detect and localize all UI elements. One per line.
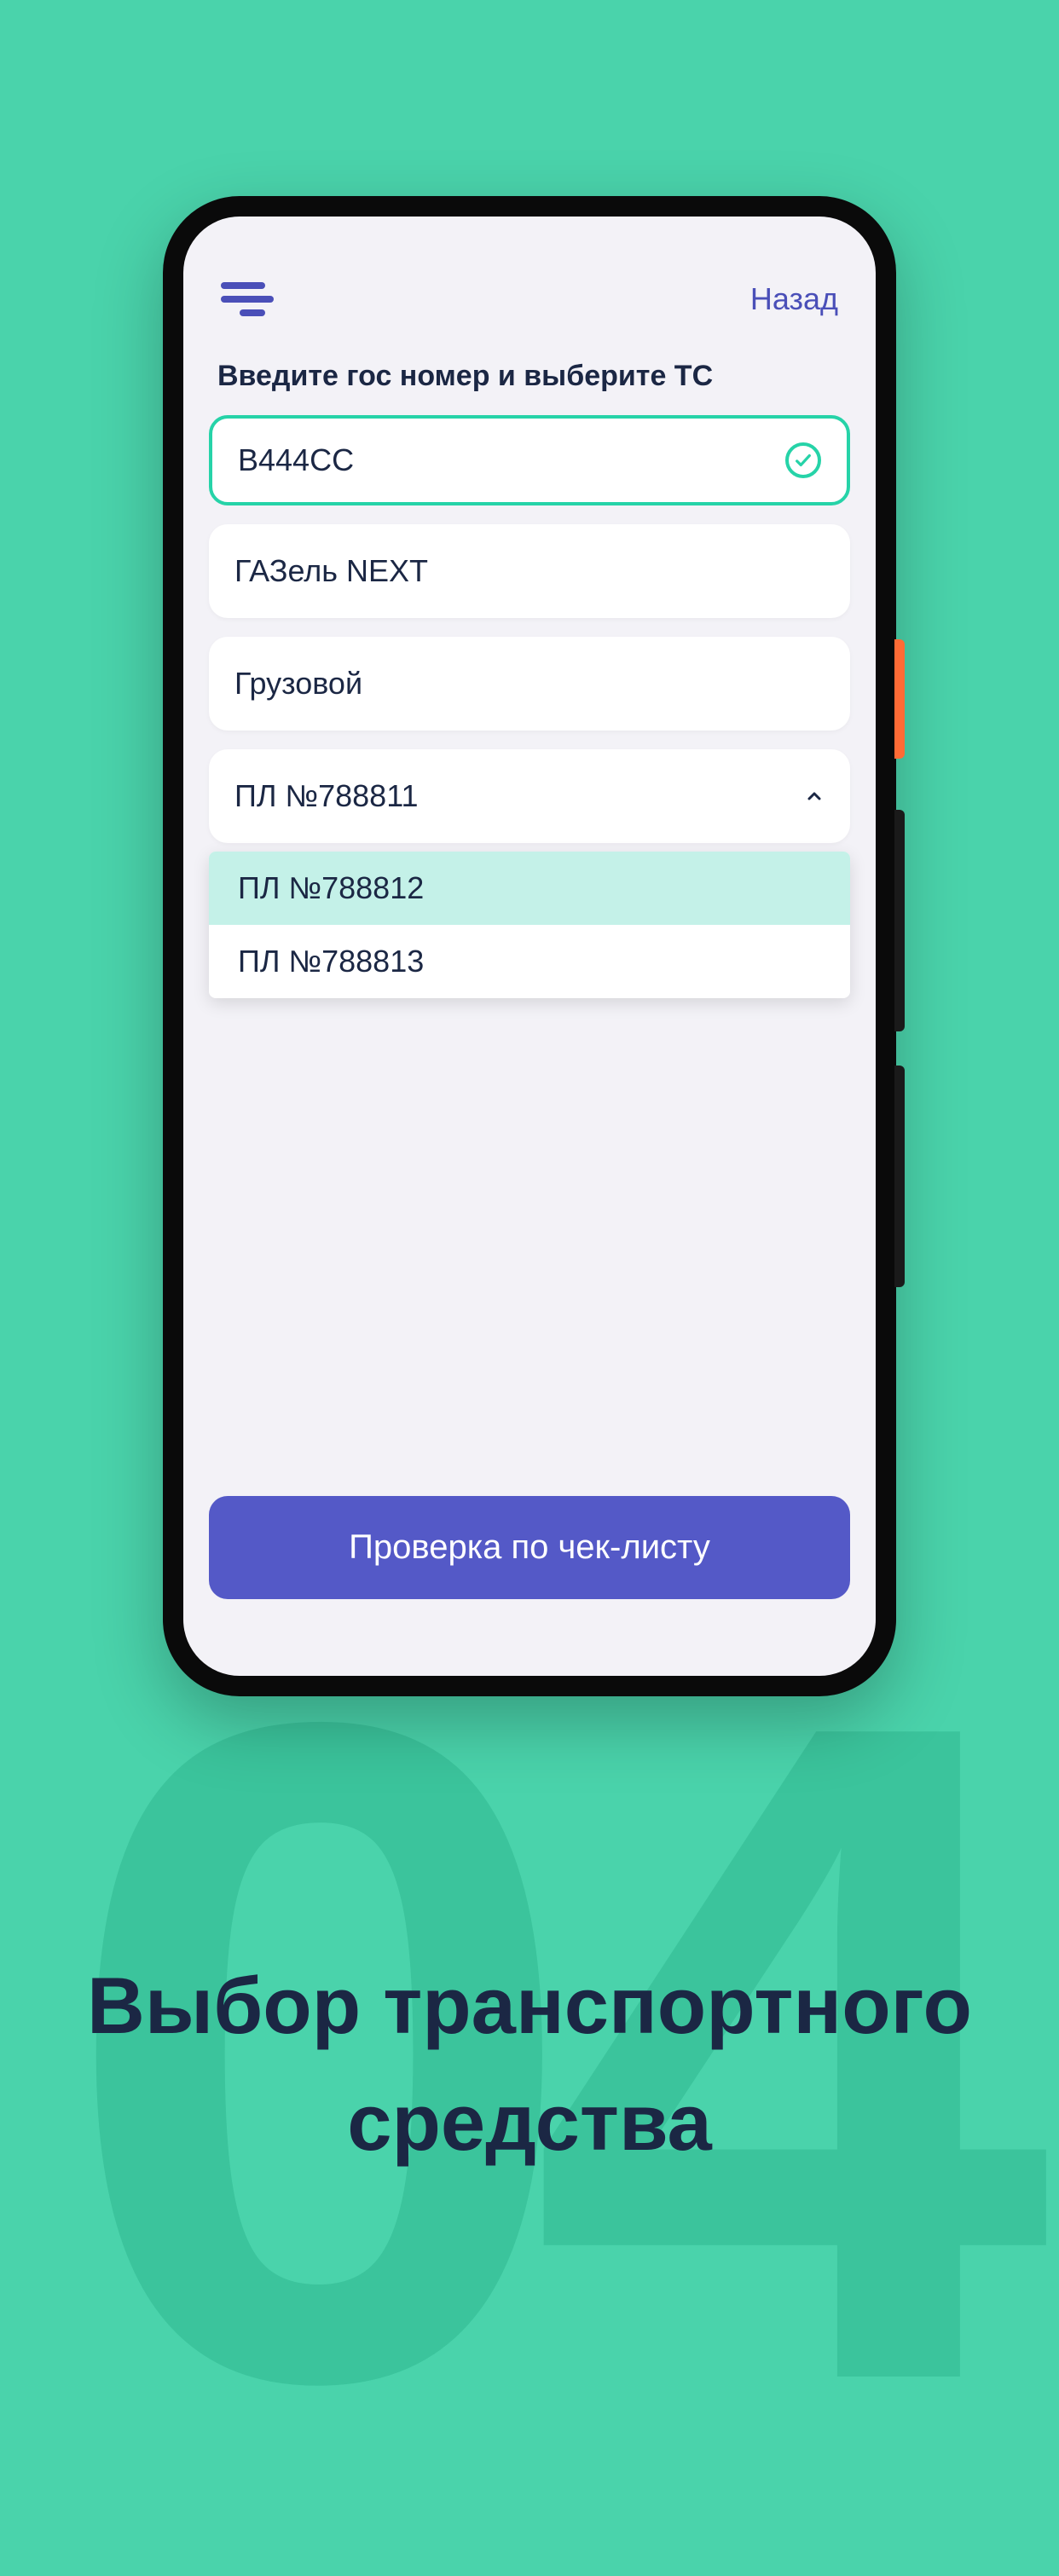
waybill-dropdown-menu: ПЛ №788812 ПЛ №788813: [209, 852, 850, 998]
waybill-option[interactable]: ПЛ №788813: [209, 925, 850, 998]
vehicle-model-field[interactable]: ГАЗель NEXT: [209, 524, 850, 618]
waybill-selected-value: ПЛ №788811: [234, 778, 419, 814]
submit-button[interactable]: Проверка по чек-листу: [209, 1496, 850, 1599]
phone-button-volume-up: [894, 810, 905, 1031]
vehicle-type-value: Грузовой: [234, 666, 362, 701]
phone-frame: Назад Введите гос номер и выберите ТС В4…: [163, 196, 896, 1696]
vehicle-model-value: ГАЗель NEXT: [234, 553, 428, 588]
promo-title: Выбор транспортного средства: [0, 1948, 1059, 2180]
plate-input[interactable]: В444СС: [209, 415, 850, 505]
plate-input-value: В444СС: [238, 442, 354, 478]
phone-button-volume-down: [894, 1066, 905, 1287]
app-header: Назад: [183, 217, 876, 343]
form-title: Введите гос номер и выберите ТС: [217, 360, 842, 393]
back-button[interactable]: Назад: [750, 281, 838, 317]
check-circle-icon: [785, 442, 821, 478]
phone-button-power: [894, 639, 905, 759]
waybill-option[interactable]: ПЛ №788812: [209, 852, 850, 925]
waybill-dropdown[interactable]: ПЛ №788811: [209, 749, 850, 843]
app-screen: Назад Введите гос номер и выберите ТС В4…: [183, 217, 876, 1676]
vehicle-type-field[interactable]: Грузовой: [209, 637, 850, 731]
chevron-up-icon: [804, 786, 825, 806]
menu-icon[interactable]: [221, 282, 274, 316]
content-area: Введите гос номер и выберите ТС В444СС Г…: [183, 343, 876, 1676]
